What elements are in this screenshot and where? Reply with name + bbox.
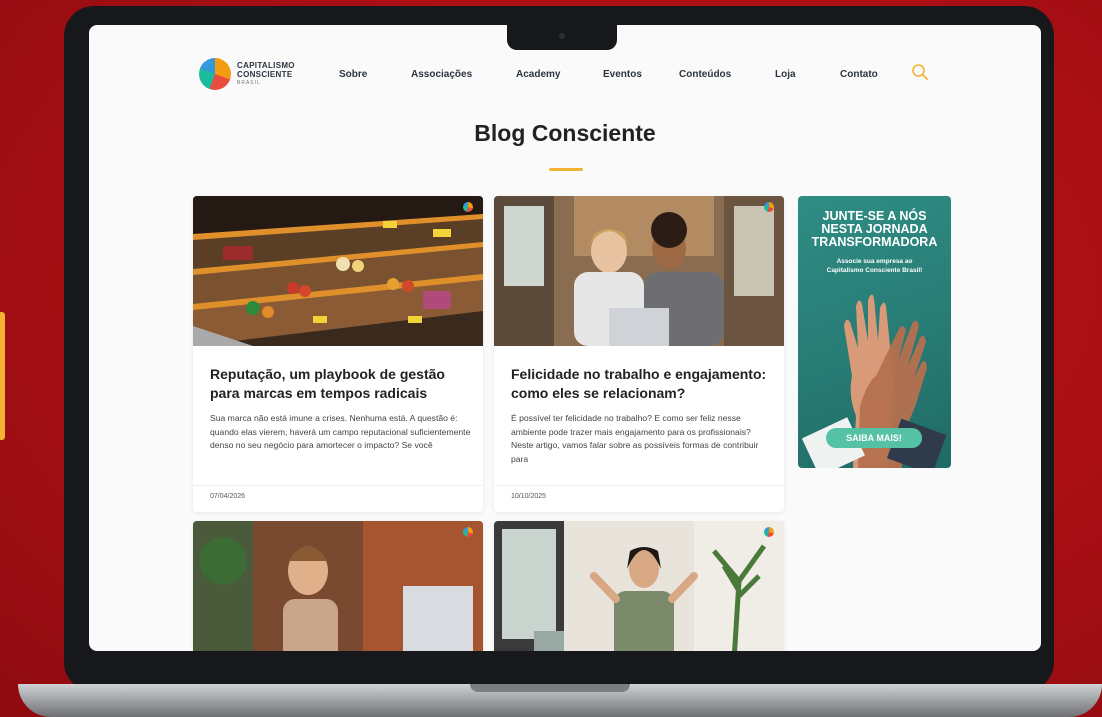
nav-item-contato[interactable]: Contato xyxy=(840,69,878,80)
card-brand-badge xyxy=(463,202,473,212)
ad-subtext: Associe sua empresa ao Capitalismo Consc… xyxy=(798,257,951,275)
card-image-two-women xyxy=(494,196,784,346)
side-accent-bar xyxy=(0,312,5,440)
blog-card-3[interactable] xyxy=(193,521,483,651)
card-divider xyxy=(494,485,784,486)
search-icon[interactable] xyxy=(911,63,929,81)
nav-item-sobre[interactable]: Sobre xyxy=(339,69,367,80)
laptop-base-notch xyxy=(470,684,630,692)
card-excerpt: Sua marca não está imune a crises. Nenhu… xyxy=(210,413,471,450)
camera-icon xyxy=(559,33,565,39)
card-brand-badge xyxy=(463,527,473,537)
nav-item-loja[interactable]: Loja xyxy=(775,69,796,80)
card-date: 07/04/2026 xyxy=(210,493,246,500)
ad-subtext-line-2: Capitalismo Consciente Brasil! xyxy=(826,267,923,274)
nav-item-conteudos[interactable]: Conteúdos xyxy=(679,69,731,80)
ad-headline: JUNTE-SE A NÓS NESTA JORNADA TRANSFORMAD… xyxy=(798,210,951,249)
title-underline xyxy=(549,168,583,171)
ad-cta-button[interactable]: SAIBA MAIS! xyxy=(826,428,922,448)
nav-item-associacoes[interactable]: Associações xyxy=(411,69,472,80)
blog-card-4[interactable] xyxy=(494,521,784,651)
card-title[interactable]: Reputação, um playbook de gestão para ma… xyxy=(210,365,468,403)
main-nav: Sobre Associações Academy Eventos Conteú… xyxy=(89,69,1041,83)
card-excerpt: É possível ter felicidade no trabalho? E… xyxy=(511,413,759,464)
card-brand-badge xyxy=(764,202,774,212)
card-image-supermarket xyxy=(193,196,483,346)
ad-headline-line-3: TRANSFORMADORA xyxy=(811,235,938,249)
join-ad-banner[interactable]: JUNTE-SE A NÓS NESTA JORNADA TRANSFORMAD… xyxy=(798,196,951,468)
card-brand-badge xyxy=(764,527,774,537)
page-title: Blog Consciente xyxy=(474,120,656,146)
blog-card-reputacao[interactable]: Reputação, um playbook de gestão para ma… xyxy=(193,196,483,512)
card-date: 10/10/2025 xyxy=(511,493,547,500)
blog-card-felicidade[interactable]: Felicidade no trabalho e engajamento: co… xyxy=(494,196,784,512)
nav-item-eventos[interactable]: Eventos xyxy=(603,69,642,80)
card-title[interactable]: Felicidade no trabalho e engajamento: co… xyxy=(511,365,769,403)
ad-subtext-line-1: Associe sua empresa ao xyxy=(836,258,913,265)
card-image-woman-stretching xyxy=(494,521,784,651)
nav-item-academy[interactable]: Academy xyxy=(516,69,560,80)
card-divider xyxy=(193,485,483,486)
camera-notch xyxy=(507,23,617,50)
laptop-screen: CAPITALISMO CONSCIENTE BRASIL Sobre Asso… xyxy=(89,25,1041,651)
card-image-man-laptop xyxy=(193,521,483,651)
